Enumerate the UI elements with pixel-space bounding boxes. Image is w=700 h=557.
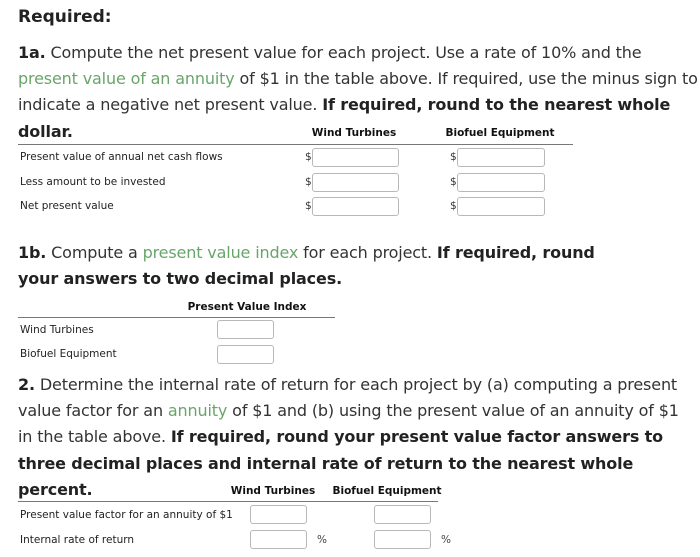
row-label: Present value of annual net cash flows [20,151,223,163]
dollar-sign: $ [450,151,457,163]
npv-column-header-biofuel: Biofuel Equipment [445,127,555,139]
row-label: Wind Turbines [20,324,94,336]
dollar-sign: $ [450,176,457,188]
irr-column-header-biofuel: Biofuel Equipment [332,485,442,497]
npv-wind-input[interactable] [312,197,399,216]
irr-biofuel-input[interactable] [374,530,431,549]
required-heading: Required: [18,7,112,27]
pv-index-biofuel-input[interactable] [217,345,274,364]
npv-biofuel-input[interactable] [457,197,545,216]
present-value-of-annuity-link[interactable]: present value of an annuity [18,69,235,88]
percent-sign: % [441,534,451,546]
question-1b-text: 1b. Compute a present value index for ea… [18,240,638,292]
question-1a-text-part1: Compute the net present value for each p… [45,43,642,62]
pv-cash-flows-wind-input[interactable] [312,148,399,167]
amount-invested-biofuel-input[interactable] [457,173,545,192]
dollar-sign: $ [450,200,457,212]
pv-factor-biofuel-input[interactable] [374,505,431,524]
row-label: Present value factor for an annuity of $… [20,509,233,521]
amount-invested-wind-input[interactable] [312,173,399,192]
question-1b-text-part2: for each project. [298,243,437,262]
irr-header-rule [18,501,438,502]
question-1b-text-part1: Compute a [46,243,143,262]
percent-sign: % [317,534,327,546]
npv-column-header-wind: Wind Turbines [311,127,397,139]
present-value-index-link[interactable]: present value index [143,243,299,262]
row-label: Internal rate of return [20,534,135,546]
row-label: Net present value [20,200,114,212]
irr-column-header-wind: Wind Turbines [230,485,316,497]
pv-index-column-header: Present Value Index [187,301,307,313]
row-label: Less amount to be invested [20,176,166,188]
question-2-text: 2. Determine the internal rate of return… [18,372,693,503]
annuity-link[interactable]: annuity [168,401,228,420]
dollar-sign: $ [305,200,312,212]
pv-cash-flows-biofuel-input[interactable] [457,148,545,167]
pv-index-wind-input[interactable] [217,320,274,339]
row-label: Biofuel Equipment [20,348,117,360]
npv-header-rule [18,144,573,145]
pv-index-header-rule [18,317,335,318]
dollar-sign: $ [305,176,312,188]
pv-factor-wind-input[interactable] [250,505,307,524]
irr-wind-input[interactable] [250,530,307,549]
question-2-label: 2. [18,375,35,394]
question-1a-label: 1a. [18,43,46,62]
dollar-sign: $ [305,151,312,163]
question-1b-label: 1b. [18,243,47,262]
